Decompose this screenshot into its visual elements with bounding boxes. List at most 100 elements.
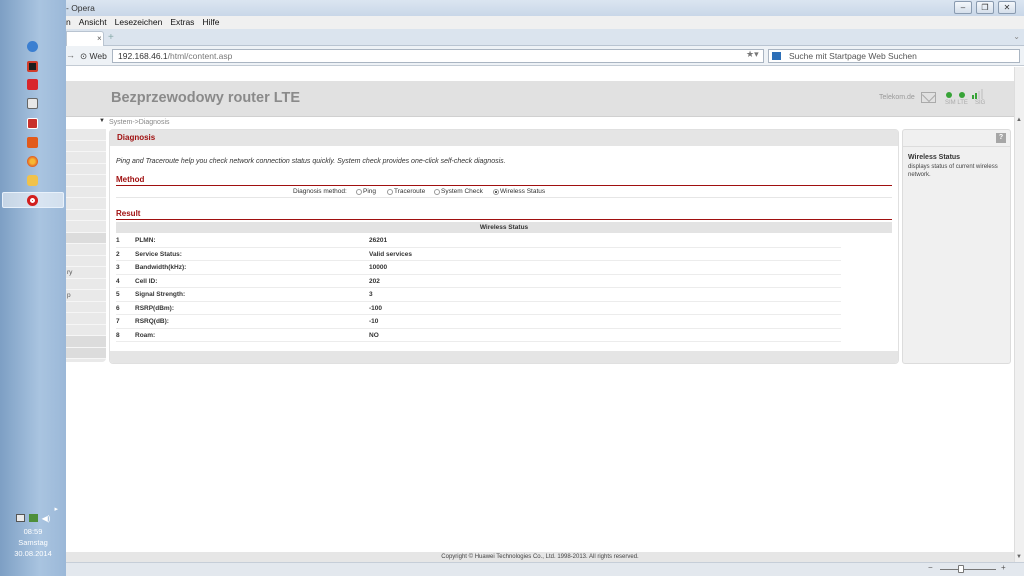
table-row: 8 Roam: NO [116,329,841,342]
menu-item-ansicht[interactable]: Ansicht [79,16,107,29]
nav-item[interactable] [66,302,106,313]
radio-wireless-status[interactable]: Wireless Status [493,188,545,195]
web-badge[interactable]: ⊙ Web [80,49,107,63]
zoom-in-icon[interactable]: + [1001,563,1006,572]
search-input[interactable]: Suche mit Startpage Web Suchen [768,49,1020,63]
help-text: displays status of current wireless netw… [908,164,998,178]
search-engine-icon[interactable] [772,52,781,60]
app-icon[interactable] [22,95,42,111]
row-name: Signal Strength: [135,291,186,298]
window-titlebar: - Opera – ❐ ✕ [66,0,1024,16]
nav-item[interactable] [66,164,106,175]
web-badge-label: Web [89,51,107,61]
windows-taskbar: ▸ ◀) 08:59 Samstag 30.08.2014 [0,0,66,576]
radio-system-check[interactable]: System Check [434,188,483,195]
nav-item[interactable] [66,325,106,336]
zoom-slider-thumb[interactable] [958,565,964,573]
sig-label: SIG [975,100,986,106]
zoom-out-icon[interactable]: − [928,563,933,572]
router-title: Bezprzewodowy router LTE [111,90,301,106]
app-hand-icon[interactable] [22,172,42,188]
envelope-icon[interactable] [921,92,936,103]
radio-dot[interactable] [434,188,440,195]
app-red-icon[interactable] [22,115,42,131]
clock-date[interactable]: 30.08.2014 [0,548,66,559]
nav-item[interactable] [66,210,106,221]
radio-ping[interactable]: Ping [356,188,376,195]
network-icon[interactable] [15,514,25,522]
flash-icon[interactable] [22,76,42,92]
firefox-icon[interactable] [22,153,42,169]
nav-item[interactable] [66,221,106,233]
nav-item[interactable] [66,256,106,267]
pdf-icon[interactable] [22,134,42,150]
radio-dot-selected[interactable] [493,188,499,195]
minimize-icon[interactable]: – [954,1,972,14]
nav-item[interactable] [66,152,106,164]
method-row: Diagnosis method: Ping Traceroute System… [116,187,892,198]
clock-day[interactable]: Samstag [0,537,66,548]
nav-item[interactable] [66,336,106,348]
nav-item[interactable] [66,313,106,325]
radio-dot[interactable] [356,188,362,195]
ie-icon[interactable] [22,38,42,54]
tab-menu-chevron-icon[interactable]: ⌄ [1013,32,1020,41]
url-path: /html/content.asp [167,51,233,61]
zoom-slider[interactable] [940,569,996,570]
nav-item[interactable]: ry [66,267,106,279]
new-tab-icon[interactable]: + [108,32,114,43]
router-header: Bezprzewodowy router LTE Telekom.de SIM … [66,81,1014,117]
breadcrumb: System->Diagnosis [109,119,170,126]
nav-item[interactable] [66,129,106,141]
signal-bar-2 [975,93,977,99]
radio-dot[interactable] [387,188,393,195]
nav-item[interactable] [66,198,106,210]
row-index: 2 [116,250,120,258]
bookmark-star-icon[interactable]: ★▾ [746,49,759,60]
search-placeholder: Suche mit Startpage Web Suchen [789,51,917,61]
nav-item[interactable] [66,187,106,198]
nav-item[interactable] [66,347,106,359]
nav-item[interactable]: p [66,290,106,302]
menu-item-extras[interactable]: Extras [170,16,194,29]
volume-icon[interactable]: ◀) [42,513,51,524]
row-index: 7 [116,318,120,325]
row-index: 3 [116,264,120,271]
router-page: Bezprzewodowy router LTE Telekom.de SIM … [66,81,1014,552]
close-icon[interactable]: ✕ [998,1,1016,14]
scroll-up-icon[interactable]: ▲ [1016,117,1022,123]
radio-traceroute[interactable]: Traceroute [387,188,425,195]
action-center-icon[interactable] [28,514,38,522]
vertical-scrollbar[interactable]: ▲ ▼ [1014,67,1024,562]
help-panel: ? Wireless Status displays status of cur… [902,129,1011,364]
row-name: RSRQ(dB): [135,318,169,325]
nav-item[interactable] [66,244,106,256]
window-title: - Opera [66,3,95,13]
opera-icon[interactable] [22,192,42,208]
nav-item[interactable] [66,175,106,187]
tab-close-icon[interactable]: × [97,34,102,43]
nav-item[interactable] [66,279,106,290]
url-input[interactable]: 192.168.46.1/html/content.asp [112,49,764,63]
tray-expand-icon[interactable]: ▸ [54,504,58,515]
tweetdeck-icon[interactable] [22,58,42,74]
row-value: -10 [369,318,379,325]
help-question-icon[interactable]: ? [996,133,1006,143]
globe-icon: ⊙ [80,51,88,61]
nav-item[interactable] [66,232,106,244]
tab-active[interactable]: × [66,31,104,46]
row-index: 8 [116,331,120,339]
menu-item-hilfe[interactable]: Hilfe [202,16,219,29]
nav-dropdown[interactable]: ▼ [66,118,106,128]
clock-time[interactable]: 08:59 [0,526,66,537]
nav-item[interactable] [66,141,106,152]
panel-footer [110,351,898,363]
signal-bar-4 [981,89,983,99]
menu-item-lesezeichen[interactable]: Lesezeichen [115,16,163,29]
back-arrow-icon[interactable]: → [66,50,75,60]
restore-icon[interactable]: ❐ [976,1,994,14]
menu-item-file-partial[interactable]: n [66,16,71,29]
diagnosis-panel: Diagnosis Ping and Traceroute help you c… [109,129,899,364]
copyright-footer: Copyright © Huawei Technologies Co., Ltd… [66,552,1014,562]
scroll-down-icon[interactable]: ▼ [1016,554,1022,560]
